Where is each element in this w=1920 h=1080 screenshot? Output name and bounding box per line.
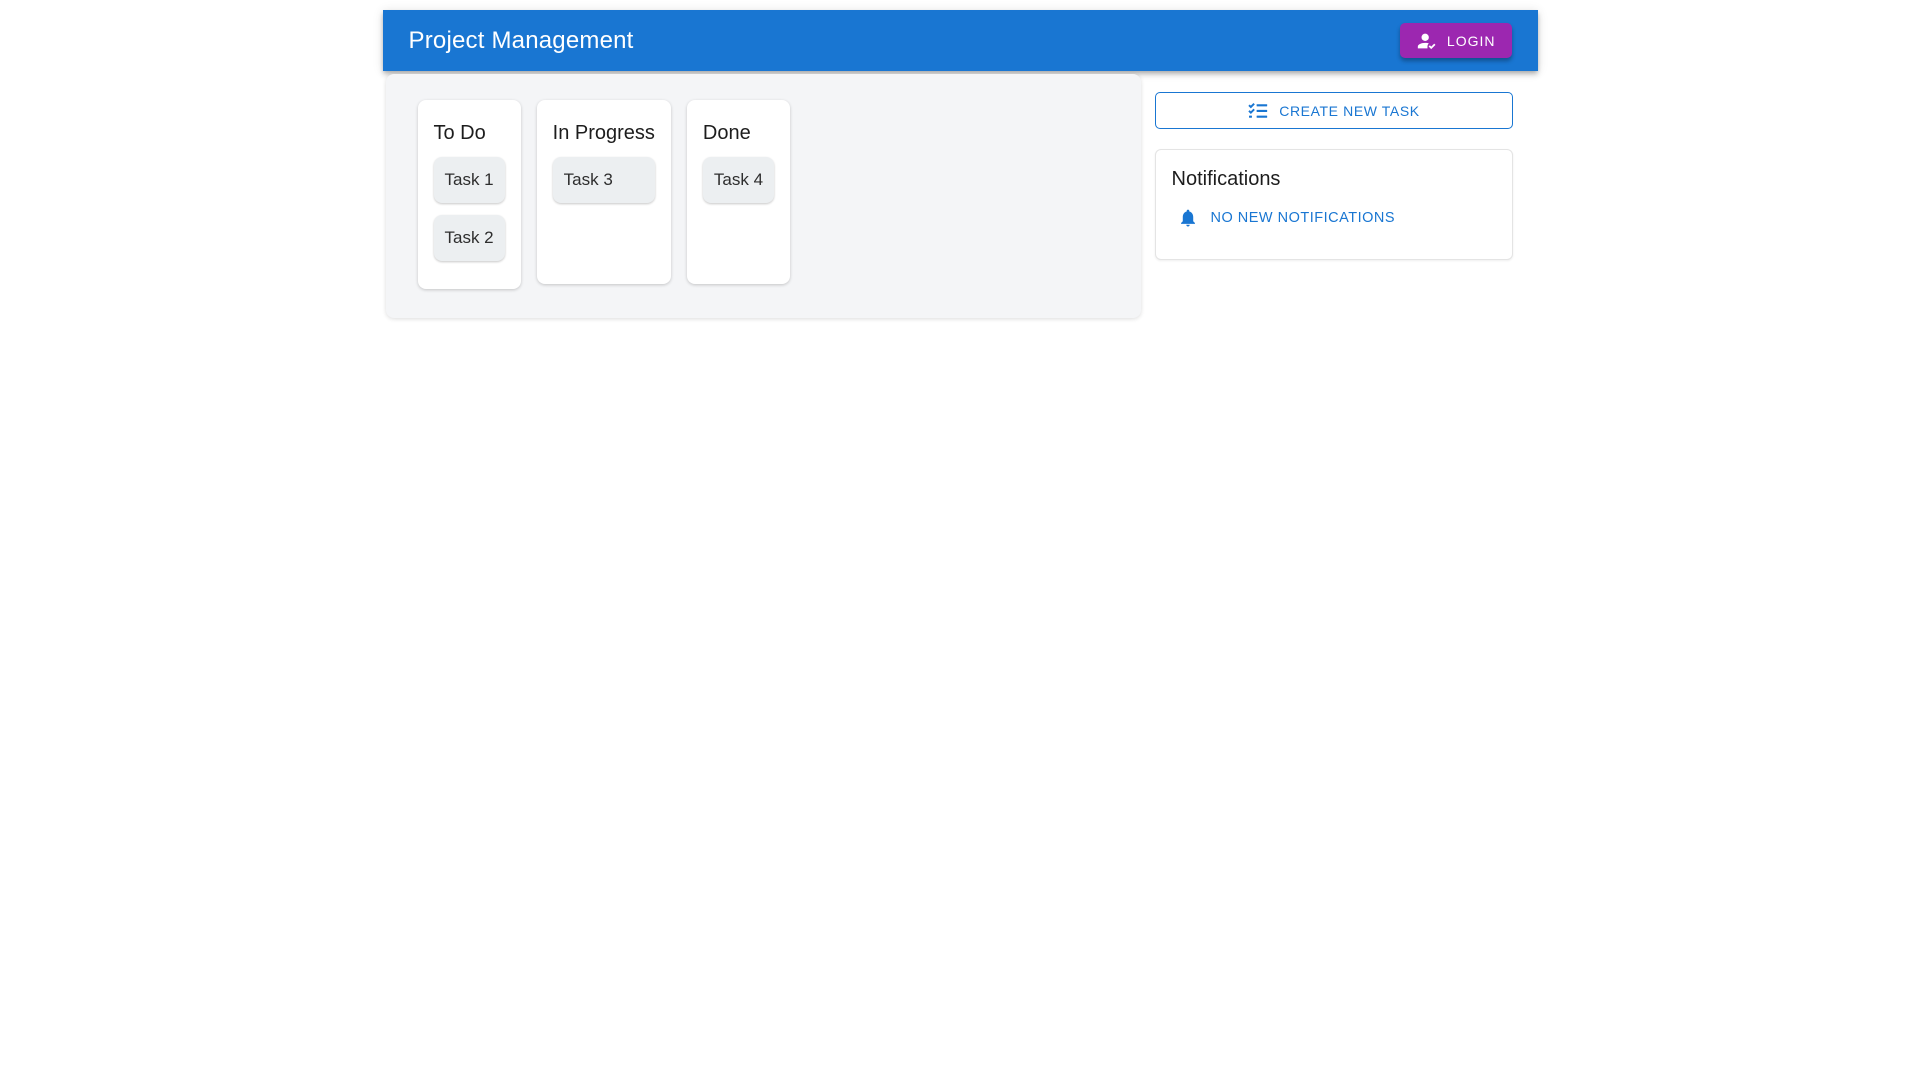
notifications-status-label: NO NEW NOTIFICATIONS [1211, 210, 1396, 226]
board-column: Done Task 4 [687, 100, 790, 284]
task-card[interactable]: Task 4 [703, 157, 774, 203]
board-column: In Progress Task 3 [537, 100, 671, 284]
create-new-task-label: CREATE NEW TASK [1279, 103, 1419, 119]
notifications-title: Notifications [1172, 168, 1496, 191]
app-bar: Project Management LOGIN [383, 10, 1538, 71]
notifications-card: Notifications NO NEW NOTIFICATIONS [1155, 149, 1513, 260]
column-title: To Do [434, 122, 505, 145]
board-column: To Do Task 1 Task 2 [418, 100, 521, 289]
create-new-task-button[interactable]: CREATE NEW TASK [1155, 92, 1513, 129]
login-button[interactable]: LOGIN [1400, 23, 1512, 58]
column-title: Done [703, 122, 774, 145]
task-card[interactable]: Task 2 [434, 215, 505, 261]
sidebar: CREATE NEW TASK Notifications NO NEW NOT… [1155, 74, 1513, 260]
main-content: To Do Task 1 Task 2 In Progress Task 3 Done Ta… [383, 74, 1538, 318]
checklist-icon [1247, 100, 1269, 122]
app-root: Project Management LOGIN To Do Task 1 Task… [383, 0, 1538, 318]
bell-icon [1178, 208, 1198, 228]
person-check-icon [1416, 30, 1438, 52]
page-title: Project Management [409, 27, 634, 55]
task-card[interactable]: Task 1 [434, 157, 505, 203]
column-title: In Progress [553, 122, 655, 145]
notifications-status-button[interactable]: NO NEW NOTIFICATIONS [1172, 206, 1402, 230]
kanban-board: To Do Task 1 Task 2 In Progress Task 3 Done Ta… [386, 74, 1141, 318]
task-card[interactable]: Task 3 [553, 157, 655, 203]
login-button-label: LOGIN [1447, 33, 1496, 49]
